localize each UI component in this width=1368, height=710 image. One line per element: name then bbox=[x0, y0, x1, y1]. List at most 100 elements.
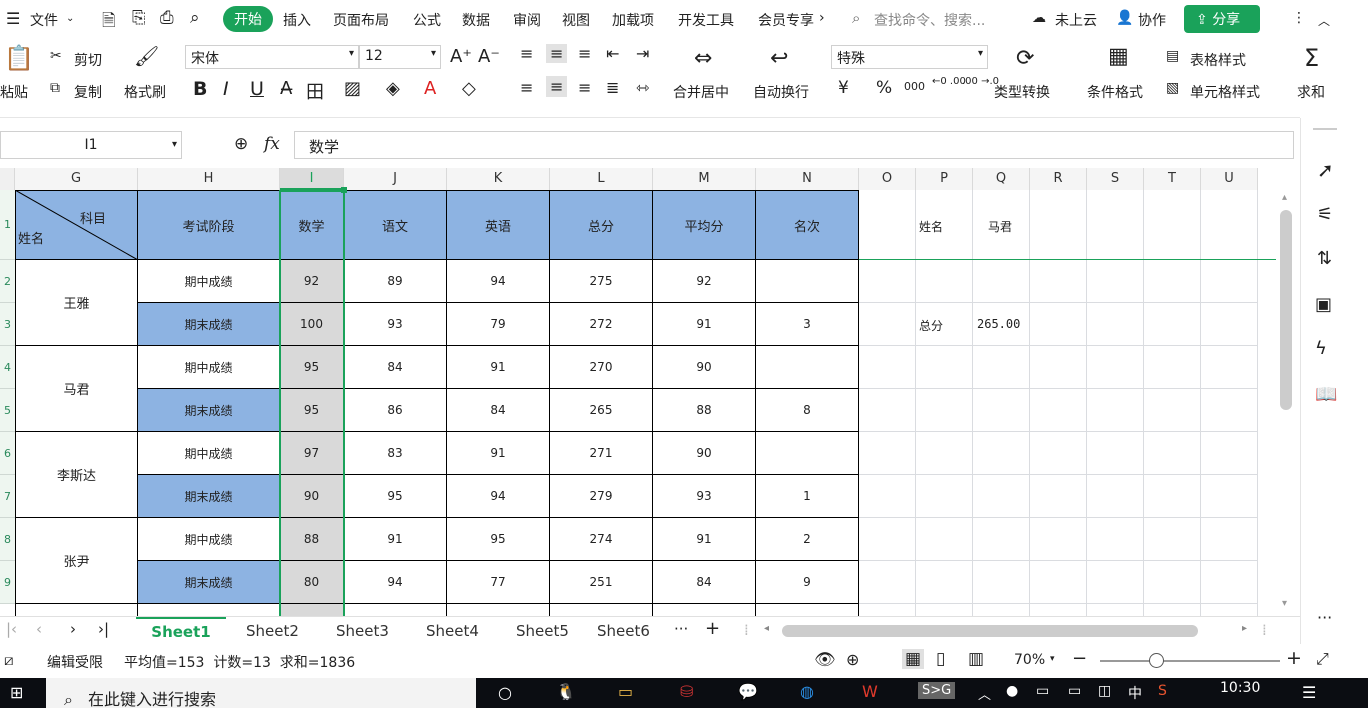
splitter-icon[interactable]: ⁞ bbox=[1262, 621, 1267, 639]
empty-cell[interactable] bbox=[1030, 303, 1087, 346]
score-cell[interactable]: 90 bbox=[653, 432, 756, 475]
chevron-down-icon[interactable]: ▾ bbox=[1050, 654, 1055, 664]
tab-member[interactable]: 会员专享 bbox=[758, 10, 814, 30]
column-header[interactable]: J bbox=[344, 168, 447, 190]
tab-page-layout[interactable]: 页面布局 bbox=[333, 10, 389, 30]
empty-cell[interactable] bbox=[1030, 604, 1087, 616]
empty-cell[interactable] bbox=[1201, 346, 1258, 389]
score-cell[interactable]: 8 bbox=[756, 389, 859, 432]
score-cell[interactable]: 95 bbox=[280, 389, 344, 432]
row-header[interactable]: 6 bbox=[0, 432, 15, 475]
score-cell[interactable]: 271 bbox=[550, 432, 653, 475]
empty-cell[interactable] bbox=[973, 346, 1030, 389]
table-row-partial[interactable] bbox=[550, 604, 653, 616]
header-subject[interactable]: 英语 bbox=[447, 190, 550, 260]
score-cell[interactable]: 91 bbox=[653, 518, 756, 561]
empty-cell[interactable] bbox=[916, 260, 973, 303]
bold-button[interactable]: B bbox=[193, 78, 207, 100]
empty-cell[interactable] bbox=[859, 604, 916, 616]
ime-indicator[interactable]: 中 bbox=[1128, 683, 1142, 703]
empty-cell[interactable] bbox=[1144, 475, 1201, 518]
tab-developer[interactable]: 开发工具 bbox=[678, 10, 734, 30]
empty-cell[interactable] bbox=[916, 518, 973, 561]
empty-cell[interactable] bbox=[1087, 389, 1144, 432]
score-cell[interactable] bbox=[756, 260, 859, 303]
wps-icon[interactable]: W bbox=[862, 682, 878, 701]
conditional-format-button[interactable]: 条件格式 bbox=[1087, 82, 1143, 102]
cloud-status[interactable]: 未上云 bbox=[1055, 10, 1097, 30]
cursor-icon[interactable]: ➚ bbox=[1317, 158, 1334, 182]
empty-cell[interactable] bbox=[973, 389, 1030, 432]
table-row-partial[interactable] bbox=[138, 604, 280, 616]
scroll-up-icon[interactable]: ▴ bbox=[1282, 192, 1287, 203]
empty-cell[interactable] bbox=[916, 432, 973, 475]
first-sheet-icon[interactable]: |‹ bbox=[6, 620, 17, 638]
vertical-scrollbar-thumb[interactable] bbox=[1280, 210, 1292, 410]
score-cell[interactable]: 94 bbox=[447, 260, 550, 303]
underline-button[interactable]: U bbox=[250, 78, 264, 100]
row-header[interactable]: 1 bbox=[0, 190, 15, 260]
drag-handle[interactable] bbox=[1313, 128, 1337, 130]
tab-review[interactable]: 审阅 bbox=[513, 10, 541, 30]
zoom-level[interactable]: 70% bbox=[1014, 652, 1045, 668]
empty-cell[interactable] bbox=[1144, 190, 1201, 260]
column-header[interactable]: P bbox=[916, 168, 973, 190]
more-sheets-icon[interactable]: ··· bbox=[674, 620, 688, 638]
stage-cell[interactable]: 期末成绩 bbox=[138, 389, 280, 432]
edge-icon[interactable]: ◍ bbox=[800, 682, 814, 701]
stage-cell[interactable]: 期中成绩 bbox=[138, 518, 280, 561]
save-icon[interactable]: 🗎 bbox=[102, 8, 116, 37]
row-header[interactable]: 3 bbox=[0, 303, 15, 346]
score-cell[interactable]: 91 bbox=[447, 432, 550, 475]
table-row-partial[interactable] bbox=[280, 604, 344, 616]
row-header[interactable]: 8 bbox=[0, 518, 15, 561]
scroll-down-icon[interactable]: ▾ bbox=[1282, 598, 1287, 609]
score-cell[interactable] bbox=[756, 432, 859, 475]
lightning-icon[interactable]: ϟ bbox=[1315, 338, 1327, 359]
row-header[interactable]: 2 bbox=[0, 260, 15, 303]
empty-cell[interactable] bbox=[973, 475, 1030, 518]
print-preview-icon[interactable]: ⌕ bbox=[190, 8, 200, 28]
column-header[interactable]: H bbox=[138, 168, 280, 190]
splitter-icon[interactable]: ⁞ bbox=[744, 621, 749, 639]
empty-cell[interactable] bbox=[859, 475, 916, 518]
decrease-font-icon[interactable]: A⁻ bbox=[478, 46, 500, 67]
empty-cell[interactable] bbox=[1030, 190, 1087, 260]
table-row-partial[interactable] bbox=[653, 604, 756, 616]
empty-cell[interactable] bbox=[916, 561, 973, 604]
menu-file[interactable]: 文件 bbox=[30, 10, 58, 30]
zoom-slider[interactable] bbox=[1100, 660, 1280, 662]
align-bottom-icon[interactable]: ≡ bbox=[578, 44, 591, 63]
row-header[interactable]: 9 bbox=[0, 561, 15, 604]
empty-cell[interactable] bbox=[859, 303, 916, 346]
font-size-select[interactable]: 12 ▾ bbox=[359, 45, 441, 69]
sheet-tab[interactable]: Sheet2 bbox=[246, 622, 299, 640]
score-cell[interactable]: 90 bbox=[280, 475, 344, 518]
score-cell[interactable]: 274 bbox=[550, 518, 653, 561]
cortana-icon[interactable]: ○ bbox=[498, 683, 512, 702]
column-header[interactable]: I bbox=[280, 168, 344, 190]
collapse-ribbon-icon[interactable]: ︿ bbox=[1318, 12, 1330, 29]
score-cell[interactable]: 91 bbox=[447, 346, 550, 389]
hamburger-icon[interactable]: ☰ bbox=[6, 9, 20, 28]
empty-cell[interactable] bbox=[1087, 475, 1144, 518]
spreadsheet-grid[interactable]: G H I J K L M N O P Q R S T U 1 2 3 4 5 6 7 8 9 科目 姓名 考试阶段 数学 语文 英语 总分… bbox=[0, 168, 1276, 616]
header-subject[interactable]: 语文 bbox=[344, 190, 447, 260]
qq-icon[interactable]: 🐧 bbox=[556, 682, 576, 701]
align-right-icon[interactable]: ≡ bbox=[578, 78, 591, 97]
column-header[interactable]: N bbox=[756, 168, 859, 190]
score-cell[interactable]: 275 bbox=[550, 260, 653, 303]
empty-cell[interactable] bbox=[1144, 389, 1201, 432]
empty-cell[interactable] bbox=[916, 389, 973, 432]
scroll-left-icon[interactable]: ◂ bbox=[764, 623, 769, 634]
table-row-partial[interactable] bbox=[756, 604, 859, 616]
score-cell[interactable]: 265 bbox=[550, 389, 653, 432]
pattern-icon[interactable]: ▨ bbox=[344, 78, 361, 99]
more-icon[interactable]: ⋮ bbox=[1292, 10, 1306, 26]
empty-cell[interactable] bbox=[1201, 432, 1258, 475]
score-cell[interactable]: 80 bbox=[280, 561, 344, 604]
empty-cell[interactable] bbox=[1087, 518, 1144, 561]
header-subject[interactable]: 数学 bbox=[280, 190, 344, 260]
percent-button[interactable]: % bbox=[876, 78, 892, 98]
empty-cell[interactable] bbox=[916, 346, 973, 389]
